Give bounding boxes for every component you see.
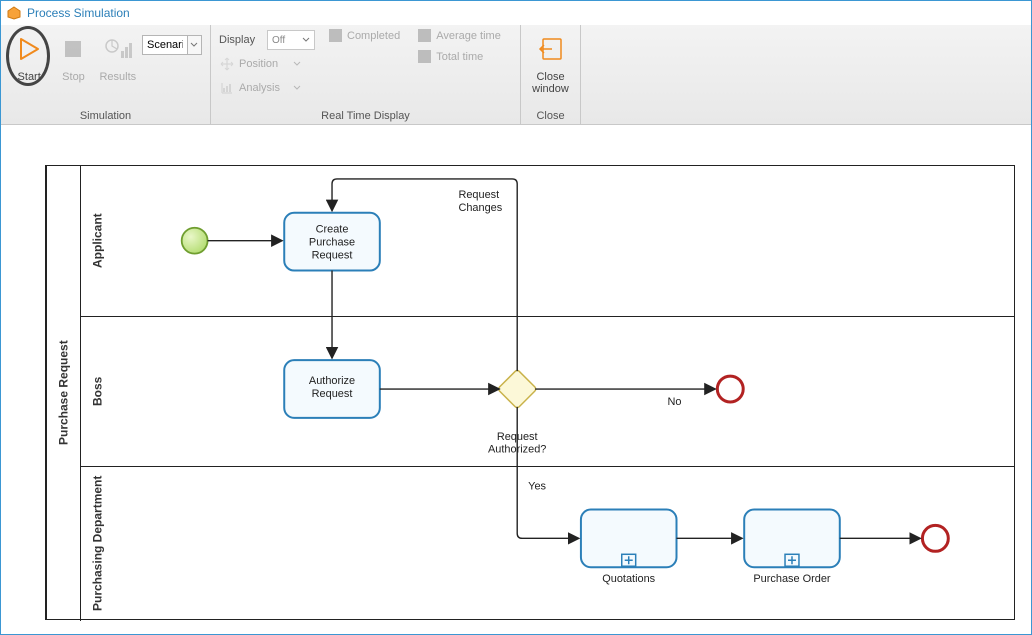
start-event[interactable] [182,228,208,254]
position-icon [219,56,235,72]
position-control: Position [219,53,315,75]
gateway-request-authorized[interactable] [497,369,536,408]
ribbon-spacer [581,25,1031,124]
ribbon-group-close: Close window Close [521,25,581,124]
analysis-label: Analysis [239,82,283,94]
titlebar: Process Simulation [1,1,1031,25]
results-label: Results [99,71,136,83]
simulation-group-label: Simulation [1,110,210,124]
chevron-down-icon [293,84,301,92]
end-event-no[interactable] [717,376,743,402]
completed-checkbox[interactable]: Completed [329,29,400,42]
checkbox-icon [329,29,342,42]
position-label: Position [239,58,283,70]
bpmn-diagram: Purchase Request Applicant Boss Purchasi… [45,165,1015,620]
flow-yes [517,407,579,538]
results-button[interactable]: Results [98,29,138,83]
stop-label: Stop [62,71,85,83]
realtime-group-label: Real Time Display [211,110,520,124]
start-button[interactable]: Start [9,29,49,83]
ribbon: Start Stop Results [1,25,1031,125]
end-event-final[interactable] [922,525,948,551]
ribbon-group-simulation: Start Stop Results [1,25,211,124]
average-time-checkbox[interactable]: Average time [418,29,501,42]
total-time-label: Total time [436,51,483,63]
display-dropdown[interactable]: Off [267,30,315,50]
close-window-label: Close window [529,71,572,95]
flow-request-changes-label: RequestChanges [458,189,502,214]
display-label: Display [219,34,263,46]
task-create-label: CreatePurchaseRequest [309,224,355,262]
completed-label: Completed [347,30,400,42]
lane-boss-label: Boss [80,316,114,466]
task-authorize-label: AuthorizeRequest [309,375,355,400]
ribbon-group-realtime: Display Off Position [211,25,521,124]
app-icon [7,6,21,20]
display-value: Off [272,35,285,46]
flow-no-label: No [668,396,682,408]
pool-label: Purchase Request [46,166,80,619]
close-window-icon [538,33,564,65]
checkbox-icon [418,29,431,42]
analysis-control: Analysis [219,77,315,99]
flow-yes-label: Yes [528,481,546,493]
close-window-button[interactable]: Close window [529,29,572,95]
lane-purchasing-label: Purchasing Department [80,466,114,621]
stop-icon [61,33,85,65]
checkbox-icon [418,50,431,63]
stop-button[interactable]: Stop [53,29,93,83]
canvas[interactable]: Purchase Request Applicant Boss Purchasi… [1,125,1031,634]
avg-time-label: Average time [436,30,501,42]
chevron-down-icon [302,36,310,44]
diagram-svg: CreatePurchaseRequest AuthorizeRequest R… [114,166,1014,619]
chevron-down-icon [293,60,301,68]
scenario-dropdown[interactable] [142,35,202,55]
lane-applicant-label: Applicant [80,166,114,316]
window-title: Process Simulation [27,6,130,20]
play-icon [16,33,42,65]
start-label: Start [18,71,41,83]
results-icon [104,33,132,65]
chevron-down-icon[interactable] [188,35,202,55]
quotations-label: Quotations [602,573,655,585]
close-group-label: Close [521,110,580,124]
po-label: Purchase Order [753,573,831,585]
scenario-input[interactable] [142,35,188,55]
analysis-icon [219,80,235,96]
total-time-checkbox[interactable]: Total time [418,50,501,63]
